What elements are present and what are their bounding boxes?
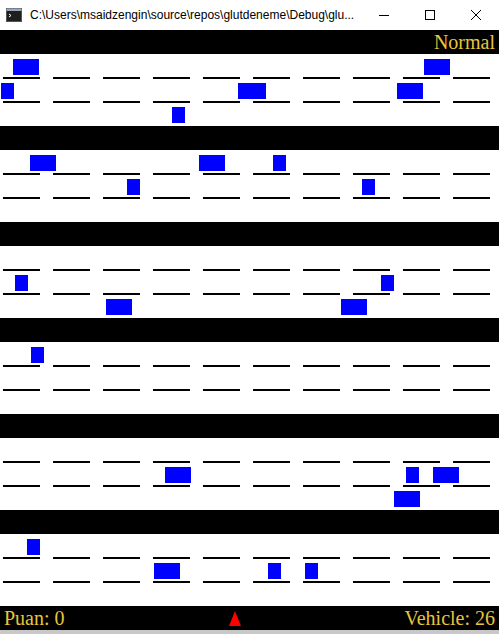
sidewalk: [0, 126, 499, 150]
vehicle: [154, 563, 180, 579]
lane: [0, 462, 499, 486]
maximize-icon: [425, 10, 435, 20]
vehicle: [305, 563, 318, 579]
bottom-edge: [0, 630, 499, 634]
vehicle: [273, 155, 286, 171]
vehicle: [199, 155, 225, 171]
sidewalk: [0, 414, 499, 438]
vehicle: [27, 539, 40, 555]
sidewalk: [0, 222, 499, 246]
road: [0, 438, 499, 510]
sidewalk: [0, 318, 499, 342]
lane: [0, 78, 499, 102]
vehicle: [127, 179, 140, 195]
game-window: C:\Users\msaidzengin\source\repos\glutde…: [0, 0, 499, 634]
lane: [0, 294, 499, 318]
status-bar: Puan: 0 Vehicle: 26: [0, 606, 499, 630]
vehicle: [165, 467, 191, 483]
road: [0, 246, 499, 318]
lane: [0, 174, 499, 198]
road: [0, 534, 499, 606]
console-icon: [6, 7, 22, 23]
vehicle: [406, 467, 419, 483]
lane: [0, 246, 499, 270]
lane: [0, 366, 499, 390]
road: [0, 54, 499, 126]
lane: [0, 102, 499, 126]
sidewalk: [0, 510, 499, 534]
score-label: Puan: 0: [0, 606, 69, 630]
window-title: C:\Users\msaidzengin\source\repos\glutde…: [30, 0, 361, 30]
vehicle: [106, 299, 132, 315]
maximize-button[interactable]: [407, 0, 453, 30]
vehicle: [433, 467, 459, 483]
lane: [0, 582, 499, 606]
vehicle: [31, 347, 44, 363]
lane: [0, 198, 499, 222]
lane: [0, 390, 499, 414]
vehicle: [424, 59, 450, 75]
lane: [0, 54, 499, 78]
lane: [0, 534, 499, 558]
vehicle: [362, 179, 375, 195]
vehicle: [15, 275, 28, 291]
lane: [0, 438, 499, 462]
vehicle-count: Vehicle: 26: [400, 606, 499, 630]
game-mode: Normal: [430, 30, 499, 54]
title-bar: C:\Users\msaidzengin\source\repos\glutde…: [0, 0, 499, 30]
vehicle: [394, 491, 420, 507]
lane: [0, 270, 499, 294]
vehicle: [1, 83, 14, 99]
close-icon: [471, 10, 481, 20]
vehicle: [381, 275, 394, 291]
lane: [0, 342, 499, 366]
lane: [0, 150, 499, 174]
vehicle: [268, 563, 281, 579]
vehicle: [238, 83, 266, 99]
minimize-button[interactable]: [361, 0, 407, 30]
road: [0, 150, 499, 222]
game-board: Normal Puan: 0 Vehicle: 26: [0, 30, 499, 630]
road: [0, 342, 499, 414]
vehicle: [13, 59, 39, 75]
lane: [0, 486, 499, 510]
lane: [0, 558, 499, 582]
mode-bar: Normal: [0, 30, 499, 54]
vehicle: [397, 83, 423, 99]
vehicle: [30, 155, 56, 171]
vehicle: [172, 107, 185, 123]
close-button[interactable]: [453, 0, 499, 30]
minimize-icon: [379, 10, 389, 20]
vehicle: [341, 299, 367, 315]
player-icon: [229, 611, 241, 626]
